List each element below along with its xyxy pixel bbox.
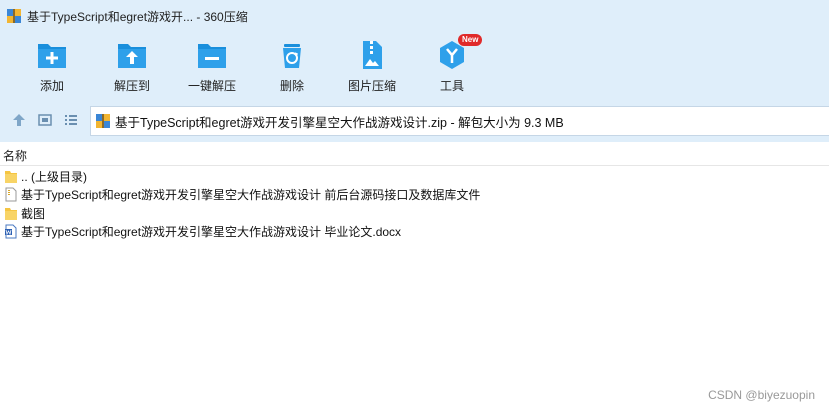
watermark: CSDN @biyezuopin xyxy=(708,388,815,402)
up-arrow-icon[interactable] xyxy=(11,112,27,128)
one-click-extract-icon xyxy=(198,44,226,68)
image-compress-label: 图片压缩 xyxy=(347,79,396,93)
toolbar: 添加 解压到 一键解压 删除 图片压缩 New 工具 xyxy=(0,32,829,100)
tools-label: 工具 xyxy=(439,79,464,93)
extract-to-icon xyxy=(118,44,146,68)
archive-app-icon xyxy=(7,9,21,23)
folder-icon xyxy=(5,170,17,183)
list-item-source-folder[interactable]: 基于TypeScript和egret游戏开发引擎星空大作战游戏设计 前后台源码接… xyxy=(0,186,829,205)
column-header-name[interactable]: 名称 xyxy=(3,147,27,164)
word-doc-icon xyxy=(5,224,17,239)
one-click-extract-button[interactable]: 一键解压 xyxy=(172,38,252,96)
list-item-label: 基于TypeScript和egret游戏开发引擎星空大作战游戏设计 前后台源码接… xyxy=(21,188,481,203)
list-item-screenshots[interactable]: 截图 xyxy=(0,204,829,223)
delete-icon xyxy=(283,44,301,68)
image-compress-button[interactable]: 图片压缩 xyxy=(332,38,412,96)
extract-to-label: 解压到 xyxy=(113,79,150,93)
title-bar: 基于TypeScript和egret游戏开... - 360压缩 xyxy=(0,0,829,32)
one-click-extract-label: 一键解压 xyxy=(187,79,236,93)
file-list: .. (上级目录) 基于TypeScript和egret游戏开发引擎星空大作战游… xyxy=(0,167,829,241)
zip-archive-icon xyxy=(96,114,110,128)
list-item-thesis-docx[interactable]: 基于TypeScript和egret游戏开发引擎星空大作战游戏设计 毕业论文.d… xyxy=(0,223,829,242)
image-compress-icon xyxy=(363,41,382,69)
list-view-icon[interactable] xyxy=(63,112,79,128)
file-icon xyxy=(5,187,17,202)
new-badge: New xyxy=(458,34,483,46)
list-item-label: .. (上级目录) xyxy=(21,169,87,184)
add-button[interactable]: 添加 xyxy=(12,38,92,96)
tools-button[interactable]: New 工具 xyxy=(412,34,492,96)
window-title: 基于TypeScript和egret游戏开... - 360压缩 xyxy=(27,9,248,24)
address-field[interactable]: 基于TypeScript和egret游戏开发引擎星空大作战游戏设计.zip - … xyxy=(90,106,829,136)
add-icon xyxy=(38,44,66,68)
address-bar: 基于TypeScript和egret游戏开发引擎星空大作战游戏设计.zip - … xyxy=(0,100,829,142)
list-header: 名称 xyxy=(0,142,829,166)
thumbnail-view-icon[interactable] xyxy=(37,112,53,128)
list-item-label: 截图 xyxy=(21,206,46,221)
list-item-parent-dir[interactable]: .. (上级目录) xyxy=(0,167,829,186)
delete-button[interactable]: 删除 xyxy=(252,38,332,96)
address-path: 基于TypeScript和egret游戏开发引擎星空大作战游戏设计.zip - … xyxy=(115,115,564,130)
folder-icon xyxy=(5,207,17,220)
list-item-label: 基于TypeScript和egret游戏开发引擎星空大作战游戏设计 毕业论文.d… xyxy=(21,225,402,240)
delete-label: 删除 xyxy=(279,79,304,93)
extract-to-button[interactable]: 解压到 xyxy=(92,38,172,96)
add-label: 添加 xyxy=(39,79,64,93)
